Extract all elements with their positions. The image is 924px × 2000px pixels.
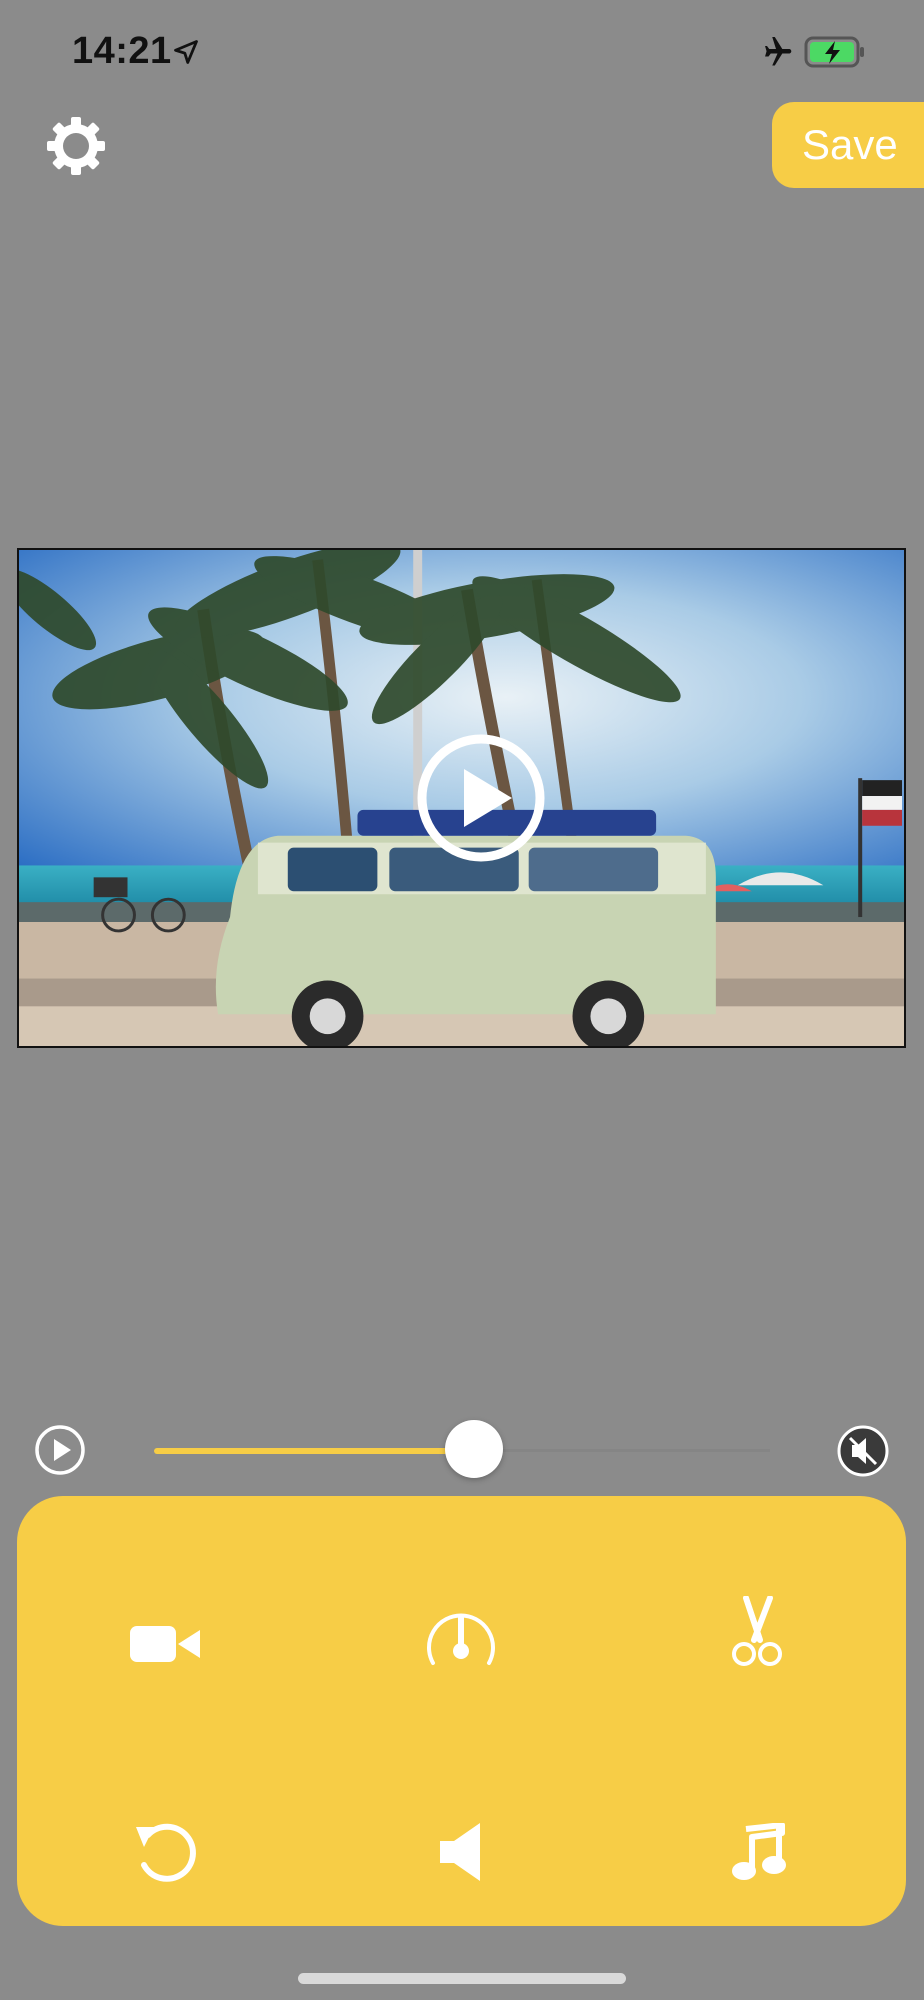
rotate-icon [136,1823,196,1882]
gear-icon[interactable] [44,114,108,178]
speed-tool[interactable] [401,1574,521,1694]
music-note-icon [732,1823,786,1880]
trim-tool[interactable] [697,1572,817,1692]
video-preview[interactable] [17,548,906,1048]
scrubber-progress [154,1448,475,1454]
scissors-icon [732,1596,782,1666]
speaker-icon [440,1823,480,1881]
playback-play-button[interactable] [34,1424,86,1476]
rotate-tool[interactable] [105,1792,225,1912]
video-scrubber[interactable] [154,1420,770,1478]
status-time: 14:21 [72,30,172,72]
location-arrow-icon [174,40,198,64]
volume-tool[interactable] [401,1792,521,1912]
music-tool[interactable] [697,1792,817,1912]
speed-gauge-icon [427,1613,495,1665]
home-indicator[interactable] [298,1973,626,1984]
save-button[interactable]: Save [772,102,924,188]
tool-panel [17,1496,906,1926]
play-circle-icon[interactable] [416,733,546,863]
scrubber-handle[interactable] [445,1420,504,1478]
video-camera-tool[interactable] [105,1584,225,1704]
video-camera-icon [130,1626,200,1662]
speaker-muted-icon[interactable] [836,1424,890,1478]
airplane-icon [765,37,792,66]
video-editor-screen: 14:21 Save [0,0,924,2000]
battery-charging-icon [804,36,864,68]
